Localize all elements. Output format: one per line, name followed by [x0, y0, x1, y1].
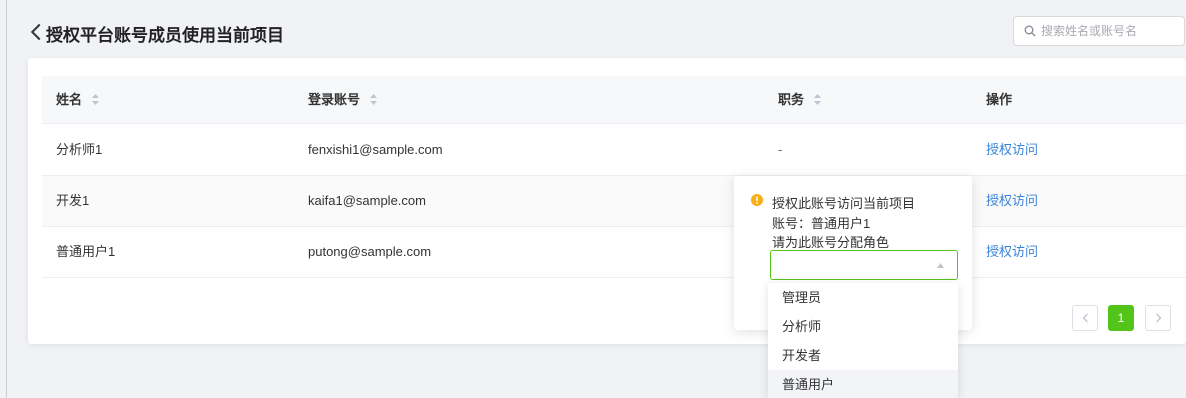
- popover-role-prompt: 请为此账号分配角色: [772, 235, 890, 250]
- authorize-access-link[interactable]: 授权访问: [986, 176, 1038, 226]
- popover-title: 授权此账号访问当前项目: [772, 196, 916, 211]
- table-header: 姓名 登录账号 职务 操作: [42, 76, 1186, 124]
- role-select[interactable]: [770, 250, 958, 280]
- cell-name: 分析师1: [56, 142, 103, 157]
- column-header-position[interactable]: 职务: [778, 76, 821, 124]
- search-input[interactable]: [1041, 24, 1181, 38]
- prev-page-button[interactable]: [1072, 305, 1098, 331]
- cell-account: putong@sample.com: [308, 244, 432, 259]
- chevron-up-icon: [937, 263, 944, 268]
- next-page-button[interactable]: [1145, 305, 1171, 331]
- role-dropdown: 管理员 分析师 开发者 普通用户: [768, 283, 958, 398]
- column-header-label: 职务: [778, 92, 805, 107]
- authorize-access-link[interactable]: 授权访问: [986, 125, 1038, 175]
- cell-position: -: [778, 142, 783, 157]
- role-option-regular-user[interactable]: 普通用户: [768, 370, 958, 398]
- authorize-access-link[interactable]: 授权访问: [986, 227, 1038, 277]
- cell-account: kaifa1@sample.com: [308, 193, 426, 208]
- sort-icon[interactable]: [91, 94, 99, 106]
- left-divider: [6, 0, 7, 398]
- role-option-analyst[interactable]: 分析师: [768, 312, 958, 341]
- table-row: 分析师1 fenxishi1@sample.com - 授权访问: [42, 125, 1186, 176]
- chevron-left-icon: [1082, 313, 1088, 323]
- cell-name: 普通用户1: [56, 244, 116, 259]
- chevron-left-icon[interactable]: [29, 22, 43, 42]
- members-card: 姓名 登录账号 职务 操作 分析师1 fenxishi1@sample.com …: [28, 58, 1186, 344]
- role-option-admin[interactable]: 管理员: [768, 283, 958, 312]
- sort-icon[interactable]: [813, 94, 821, 106]
- page-number-button[interactable]: 1: [1108, 305, 1134, 331]
- column-header-action: 操作: [986, 92, 1013, 107]
- warning-icon: [751, 194, 763, 206]
- column-header-label: 登录账号: [308, 92, 361, 107]
- role-option-developer[interactable]: 开发者: [768, 341, 958, 370]
- cell-account: fenxishi1@sample.com: [308, 142, 443, 157]
- sort-icon[interactable]: [369, 94, 377, 106]
- chevron-right-icon: [1155, 313, 1161, 323]
- column-header-label: 姓名: [56, 92, 83, 107]
- search-box[interactable]: [1013, 16, 1185, 46]
- search-icon: [1024, 25, 1036, 37]
- popover-account: 账号：普通用户1: [772, 216, 871, 231]
- cell-name: 开发1: [56, 193, 90, 208]
- table-row: 普通用户1 putong@sample.com 授权访问: [42, 227, 1186, 278]
- column-header-name[interactable]: 姓名: [56, 76, 99, 124]
- column-header-account[interactable]: 登录账号: [308, 76, 377, 124]
- page-title: 授权平台账号成员使用当前项目: [46, 26, 284, 45]
- table-row: 开发1 kaifa1@sample.com 授权访问: [42, 176, 1186, 227]
